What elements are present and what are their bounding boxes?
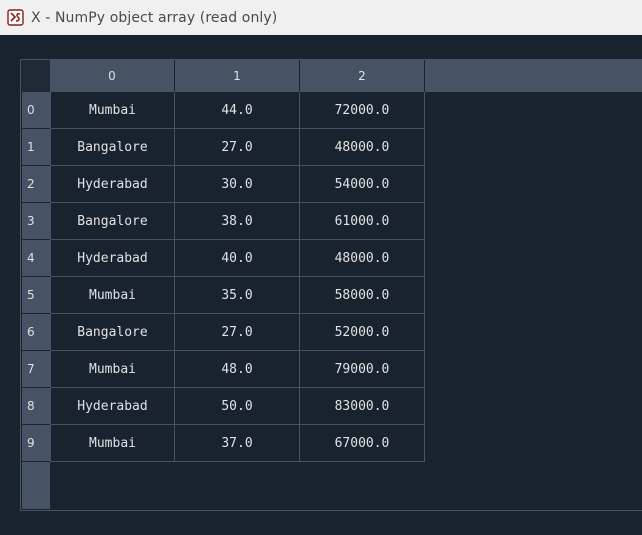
- row-header-6[interactable]: 6: [22, 314, 50, 351]
- table-cell[interactable]: 48.0: [175, 351, 300, 388]
- table-cell[interactable]: Mumbai: [50, 351, 175, 388]
- spyder-app-icon: [7, 9, 24, 26]
- table-cell[interactable]: Bangalore: [50, 129, 175, 166]
- table-cell[interactable]: Bangalore: [50, 314, 175, 351]
- row-header-5[interactable]: 5: [22, 277, 50, 314]
- table-cell[interactable]: Bangalore: [50, 203, 175, 240]
- table-cell[interactable]: 54000.0: [300, 166, 425, 203]
- table-cell[interactable]: 48000.0: [300, 129, 425, 166]
- table-cell[interactable]: 37.0: [175, 425, 300, 462]
- table-cell[interactable]: Hyderabad: [50, 240, 175, 277]
- table-cell[interactable]: 79000.0: [300, 351, 425, 388]
- table-cell[interactable]: 61000.0: [300, 203, 425, 240]
- table-cell[interactable]: 35.0: [175, 277, 300, 314]
- row-header-8[interactable]: 8: [22, 388, 50, 425]
- table-cell[interactable]: 27.0: [175, 129, 300, 166]
- table-cell[interactable]: 27.0: [175, 314, 300, 351]
- table-cell[interactable]: 72000.0: [300, 92, 425, 129]
- table-cell[interactable]: 38.0: [175, 203, 300, 240]
- table-cell[interactable]: Mumbai: [50, 277, 175, 314]
- table-cell[interactable]: 67000.0: [300, 425, 425, 462]
- column-header-0[interactable]: 0: [50, 60, 175, 92]
- table-cell[interactable]: 83000.0: [300, 388, 425, 425]
- table-cell[interactable]: Mumbai: [50, 92, 175, 129]
- table-cell[interactable]: Hyderabad: [50, 388, 175, 425]
- row-header-1[interactable]: 1: [22, 129, 50, 166]
- table-cell[interactable]: 48000.0: [300, 240, 425, 277]
- table-cell[interactable]: 58000.0: [300, 277, 425, 314]
- table-cell[interactable]: 50.0: [175, 388, 300, 425]
- window-title: X - NumPy object array (read only): [31, 9, 278, 26]
- table-corner[interactable]: [21, 60, 50, 92]
- table-cell[interactable]: 30.0: [175, 166, 300, 203]
- column-header-2[interactable]: 2: [300, 60, 425, 92]
- window-titlebar: X - NumPy object array (read only): [0, 0, 642, 35]
- table-cell[interactable]: 40.0: [175, 240, 300, 277]
- row-header-0[interactable]: 0: [22, 92, 50, 129]
- row-header-2[interactable]: 2: [22, 166, 50, 203]
- row-header-7[interactable]: 7: [22, 351, 50, 388]
- column-header-1[interactable]: 1: [175, 60, 300, 92]
- row-header-4[interactable]: 4: [22, 240, 50, 277]
- row-header-9[interactable]: 9: [22, 425, 50, 462]
- table-cell[interactable]: 44.0: [175, 92, 300, 129]
- table-cell[interactable]: Hyderabad: [50, 166, 175, 203]
- table-cell[interactable]: 52000.0: [300, 314, 425, 351]
- row-header-3[interactable]: 3: [22, 203, 50, 240]
- table-cell[interactable]: Mumbai: [50, 425, 175, 462]
